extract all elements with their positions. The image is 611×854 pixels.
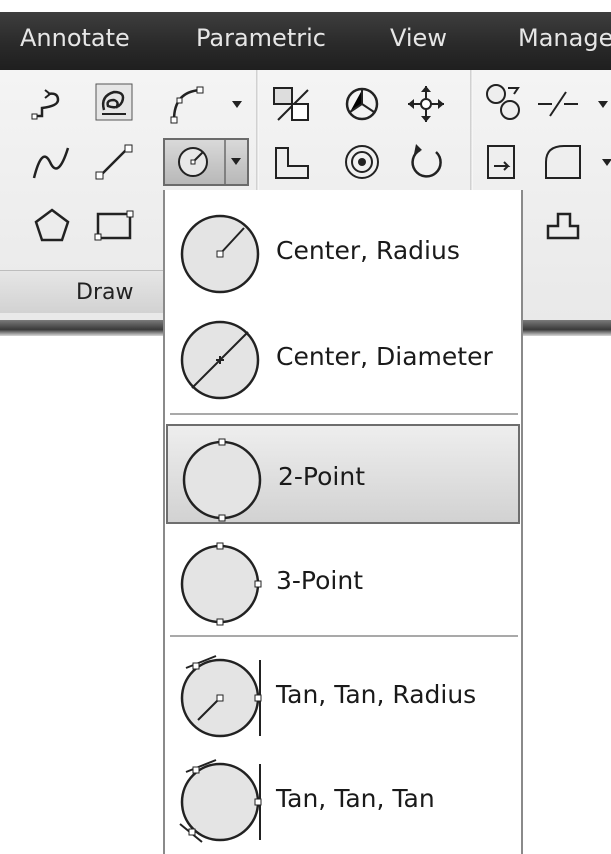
helix-icon[interactable] <box>92 80 136 124</box>
arc-icon[interactable] <box>166 82 210 126</box>
menu-item-label: Center, Diameter <box>276 342 493 371</box>
menu-item-tan-tan-radius[interactable]: Tan, Tan, Radius <box>166 644 520 744</box>
tab-manage[interactable]: Manage <box>518 24 611 52</box>
circle-split-button[interactable] <box>163 138 249 186</box>
rotate-icon[interactable] <box>404 140 448 184</box>
tab-view[interactable]: View <box>390 24 447 52</box>
polyline-icon[interactable] <box>28 82 72 126</box>
modify-row2-dropdown-arrow[interactable] <box>596 140 611 184</box>
polygon-icon[interactable] <box>30 204 74 248</box>
circle-2-point-icon <box>182 438 262 522</box>
menu-item-label: 2-Point <box>278 462 365 491</box>
explode-icon[interactable] <box>540 204 584 248</box>
circle-3-point-icon <box>180 542 262 626</box>
menu-item-label: 3-Point <box>276 566 363 595</box>
arc-dropdown-arrow[interactable] <box>226 82 248 126</box>
circle-center-radius-icon <box>180 214 260 294</box>
menu-item-tan-tan-tan[interactable]: Tan, Tan, Tan <box>166 748 520 848</box>
offset-icon[interactable] <box>340 140 384 184</box>
modify-dropdown-arrow[interactable] <box>592 82 611 126</box>
stretch-icon[interactable] <box>482 140 526 184</box>
menu-item-label: Tan, Tan, Tan <box>276 784 435 813</box>
menu-item-center-radius[interactable]: Center, Radius <box>166 200 520 300</box>
circle-tan-tan-tan-icon <box>179 759 262 843</box>
rotate-3d-icon[interactable] <box>340 82 384 126</box>
menu-separator <box>170 413 518 415</box>
copy-icon[interactable] <box>482 80 526 124</box>
tab-annotate[interactable]: Annotate <box>20 24 130 52</box>
line-icon[interactable] <box>92 140 136 184</box>
menu-item-2-point[interactable]: 2-Point <box>166 424 520 524</box>
ribbon-tab-bar: Annotate Parametric View Manage <box>0 12 611 70</box>
window-top-edge <box>0 0 611 12</box>
circle-center-diameter-icon <box>180 320 260 400</box>
menu-separator <box>170 635 518 637</box>
rectangle-icon[interactable] <box>92 204 136 248</box>
scale-icon[interactable] <box>270 82 314 126</box>
draw-panel-label: Draw <box>76 280 134 305</box>
chamfer-icon[interactable] <box>540 140 584 184</box>
break-icon[interactable] <box>536 82 580 126</box>
spline-icon[interactable] <box>30 140 74 184</box>
move-icon[interactable] <box>404 82 448 126</box>
menu-item-3-point[interactable]: 3-Point <box>166 530 520 630</box>
fillet-icon[interactable] <box>270 140 314 184</box>
menu-item-label: Tan, Tan, Radius <box>276 680 477 709</box>
menu-item-center-diameter[interactable]: Center, Diameter <box>166 306 520 406</box>
tab-parametric[interactable]: Parametric <box>196 24 326 52</box>
circle-tan-tan-radius-icon <box>180 655 262 738</box>
menu-item-label: Center, Radius <box>276 236 460 265</box>
